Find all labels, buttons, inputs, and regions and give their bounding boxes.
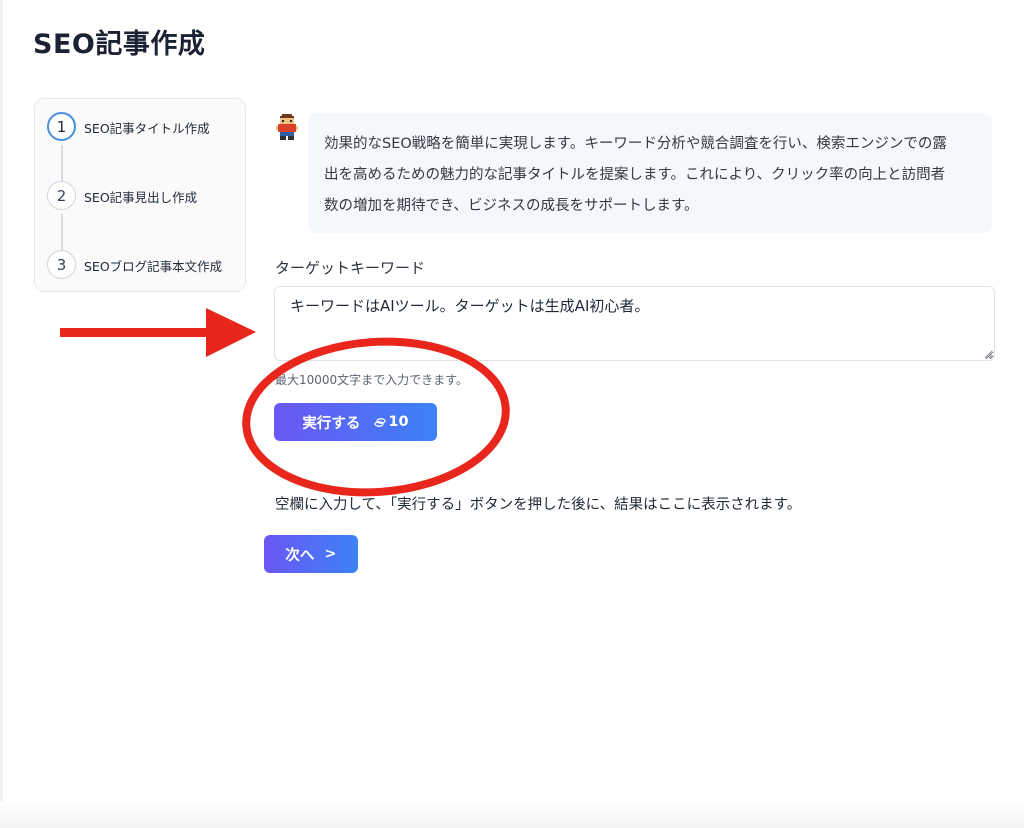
resize-grip-icon[interactable] [984, 350, 993, 359]
step-item-body[interactable]: 3 SEOブログ記事本文作成 [47, 250, 222, 279]
step-label: SEOブログ記事本文作成 [84, 259, 223, 274]
step-navigator: 1 SEO記事タイトル作成 2 SEO記事見出し作成 3 SEOブログ記事本文作… [34, 98, 246, 292]
bottom-fade [0, 802, 1024, 828]
step-label: SEO記事見出し作成 [84, 190, 198, 205]
intro-message: 効果的なSEO戦略を簡単に実現します。キーワード分析や競合調査を行い、検索エンジ… [308, 113, 992, 233]
intro-text-line: 数の増加を期待でき、ビジネスの成長をサポートします。 [324, 198, 699, 214]
intro-text-line: 効果的なSEO戦略を簡単に実現します。キーワード分析や競合調査を行い、検索エンジ… [324, 136, 947, 152]
coin-icon [374, 418, 387, 427]
keyword-input[interactable]: キーワードはAIツール。ターゲットは生成AI初心者。 [274, 286, 995, 361]
keyword-field-label: ターゲットキーワード [275, 259, 426, 277]
step-label: SEO記事タイトル作成 [84, 121, 210, 136]
run-button-label: 実行する [302, 415, 361, 432]
step-connector [61, 145, 63, 181]
result-placeholder: 空欄に入力して、「実行する」ボタンを押した後に、結果はここに表示されます。 [275, 497, 802, 513]
step-number: 1 [47, 112, 76, 141]
next-button-label: 次へ [285, 547, 315, 564]
left-edge-divider [0, 0, 3, 828]
step-number: 2 [47, 181, 76, 210]
credit-cost: 10 [374, 414, 409, 430]
page: SEO記事作成 1 SEO記事タイトル作成 2 SEO記事見出し作成 3 SEO… [0, 0, 1024, 828]
input-limit-hint: 最大10000文字まで入力できます。 [275, 373, 468, 387]
page-title: SEO記事作成 [33, 29, 206, 60]
red-arrow-annotation [60, 308, 256, 357]
step-item-headings[interactable]: 2 SEO記事見出し作成 [47, 181, 197, 210]
run-button[interactable]: 実行する 10 [274, 403, 437, 441]
step-connector [61, 214, 63, 250]
next-button[interactable]: 次へ > [264, 535, 358, 573]
intro-text-line: 出を高めるための魅力的な記事タイトルを提案します。これにより、クリック率の向上と… [324, 167, 946, 183]
step-item-title[interactable]: 1 SEO記事タイトル作成 [47, 112, 210, 141]
step-number: 3 [47, 250, 76, 279]
credit-cost-value: 10 [388, 414, 409, 430]
chevron-right-icon: > [324, 546, 337, 562]
assistant-avatar-icon [276, 114, 298, 140]
